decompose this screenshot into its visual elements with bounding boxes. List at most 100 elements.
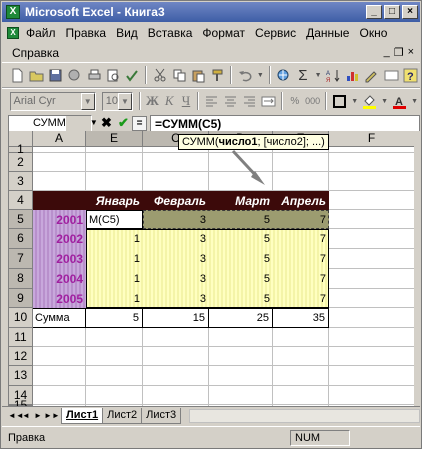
sum-cell[interactable]: 15	[143, 308, 209, 328]
doc-close-button[interactable]: ×	[408, 46, 414, 59]
sort-ascending-icon[interactable]: AЯ	[326, 67, 341, 84]
font-name-combo[interactable]: Arial Cyr ▼	[9, 91, 96, 111]
excel-app-icon[interactable]: X	[6, 5, 20, 19]
prev-sheet-button[interactable]: ◄	[20, 409, 32, 423]
row-header-12[interactable]: 12	[9, 347, 33, 366]
font-color-icon[interactable]: A	[392, 93, 407, 110]
value-cell[interactable]: 5	[209, 229, 273, 249]
undo-dropdown-icon[interactable]: ▼	[257, 67, 264, 84]
row-header-7[interactable]: 7	[9, 249, 33, 269]
chart-wizard-icon[interactable]	[345, 67, 360, 84]
font-size-combo[interactable]: 10 ▼	[101, 91, 133, 111]
first-sheet-button[interactable]: ◄◄	[8, 409, 24, 423]
row-header-8[interactable]: 8	[9, 269, 33, 289]
horizontal-scrollbar[interactable]	[189, 408, 420, 423]
year-cell[interactable]: 2003	[33, 249, 86, 269]
row-header-3[interactable]: 3	[9, 172, 33, 191]
menu-window[interactable]: Окно	[354, 26, 392, 40]
sum-cell[interactable]: 25	[209, 308, 273, 328]
row-header-2[interactable]: 2	[9, 153, 33, 172]
last-sheet-button[interactable]: ►►	[44, 409, 60, 423]
cut-icon[interactable]	[152, 67, 167, 84]
value-cell[interactable]: 7	[273, 249, 329, 269]
percent-button[interactable]: %	[288, 93, 301, 110]
format-painter-icon[interactable]	[210, 67, 225, 84]
tab-sheet2[interactable]: Лист2	[102, 407, 143, 424]
tab-sheet3[interactable]: Лист3	[141, 407, 182, 424]
doc-restore-button[interactable]: ❐	[394, 46, 404, 59]
value-cell[interactable]: 7	[273, 269, 329, 289]
row-header-11[interactable]: 11	[9, 328, 33, 347]
cancel-icon[interactable]: ✖	[98, 115, 115, 132]
menu-file[interactable]: Файл	[21, 26, 61, 40]
menu-data[interactable]: Данные	[301, 26, 354, 40]
value-cell[interactable]: 3	[143, 289, 209, 308]
maximize-button[interactable]: □	[384, 5, 400, 19]
value-cell[interactable]: 7	[273, 229, 329, 249]
value-cell[interactable]: 7	[273, 289, 329, 308]
underline-button[interactable]: Ч	[180, 93, 193, 110]
formula-input[interactable]: =СУММ(C5)	[150, 114, 420, 132]
year-cell[interactable]: 2004	[33, 269, 86, 289]
year-cell[interactable]: 2002	[33, 229, 86, 249]
chevron-down-icon[interactable]: ▼	[117, 92, 132, 110]
insert-function-icon[interactable]: =	[132, 115, 147, 131]
thousands-button[interactable]: 000	[305, 93, 320, 110]
permission-icon[interactable]	[67, 67, 82, 84]
new-icon[interactable]	[9, 67, 24, 84]
menu-insert[interactable]: Вставка	[143, 26, 198, 40]
menu-format[interactable]: Формат	[197, 26, 250, 40]
doc-minimize-button[interactable]: _	[384, 46, 390, 59]
year-cell[interactable]: 2001	[33, 210, 86, 229]
save-icon[interactable]	[48, 67, 63, 84]
print-icon[interactable]	[87, 67, 102, 84]
zoom-icon[interactable]	[384, 67, 399, 84]
row-header-6[interactable]: 6	[9, 229, 33, 249]
fill-color-icon[interactable]	[362, 93, 377, 110]
chevron-down-icon[interactable]: ▼	[80, 92, 95, 110]
value-cell[interactable]: 3	[143, 210, 209, 229]
close-button[interactable]: ×	[402, 5, 418, 19]
borders-icon[interactable]	[332, 93, 347, 110]
print-preview-icon[interactable]	[106, 67, 121, 84]
enter-icon[interactable]: ✔	[115, 115, 132, 132]
open-icon[interactable]	[29, 67, 44, 84]
sum-cell[interactable]: 35	[273, 308, 329, 328]
chevron-down-icon[interactable]: ▼	[65, 115, 98, 131]
menu-edit[interactable]: Правка	[61, 26, 112, 40]
row-header-9[interactable]: 9	[9, 289, 33, 308]
autosum-dropdown-icon[interactable]: ▼	[315, 67, 322, 84]
header-mar[interactable]: Март	[209, 191, 273, 210]
merge-center-icon[interactable]	[261, 93, 276, 110]
value-cell[interactable]: 5	[209, 249, 273, 269]
italic-button[interactable]: К	[163, 93, 176, 110]
minimize-button[interactable]: _	[366, 5, 382, 19]
row-header-4[interactable]: 4	[9, 191, 33, 210]
column-header-f[interactable]: F	[329, 131, 414, 147]
vertical-scrollbar[interactable]	[414, 131, 421, 406]
value-cell[interactable]: 3	[143, 249, 209, 269]
autosum-icon[interactable]: Σ	[295, 67, 310, 84]
align-left-icon[interactable]	[204, 93, 219, 110]
row-header-13[interactable]: 13	[9, 366, 33, 386]
row-header-5[interactable]: 5	[9, 210, 33, 229]
value-cell[interactable]: 1	[86, 269, 143, 289]
value-cell[interactable]: 1	[86, 229, 143, 249]
column-header-b[interactable]: E	[86, 131, 143, 147]
undo-icon[interactable]	[237, 67, 252, 84]
hyperlink-icon[interactable]	[276, 67, 291, 84]
value-cell[interactable]	[86, 210, 143, 229]
align-center-icon[interactable]	[223, 93, 238, 110]
font-color-dropdown-icon[interactable]: ▼	[411, 93, 418, 110]
value-cell[interactable]: 3	[143, 229, 209, 249]
sum-label[interactable]: Сумма	[33, 308, 86, 328]
help-icon[interactable]: ?	[403, 67, 418, 84]
year-cell[interactable]: 2005	[33, 289, 86, 308]
worksheet-grid[interactable]: A E C D E F Январь Февраль Март Апрель М…	[8, 131, 414, 406]
value-cell[interactable]: 5	[209, 269, 273, 289]
menu-help[interactable]: Справка	[2, 46, 64, 60]
header-apr[interactable]: Апрель	[273, 191, 329, 210]
row-header-10[interactable]: 10	[9, 308, 33, 328]
value-cell[interactable]: 5	[209, 210, 273, 229]
sum-cell[interactable]: 5	[86, 308, 143, 328]
